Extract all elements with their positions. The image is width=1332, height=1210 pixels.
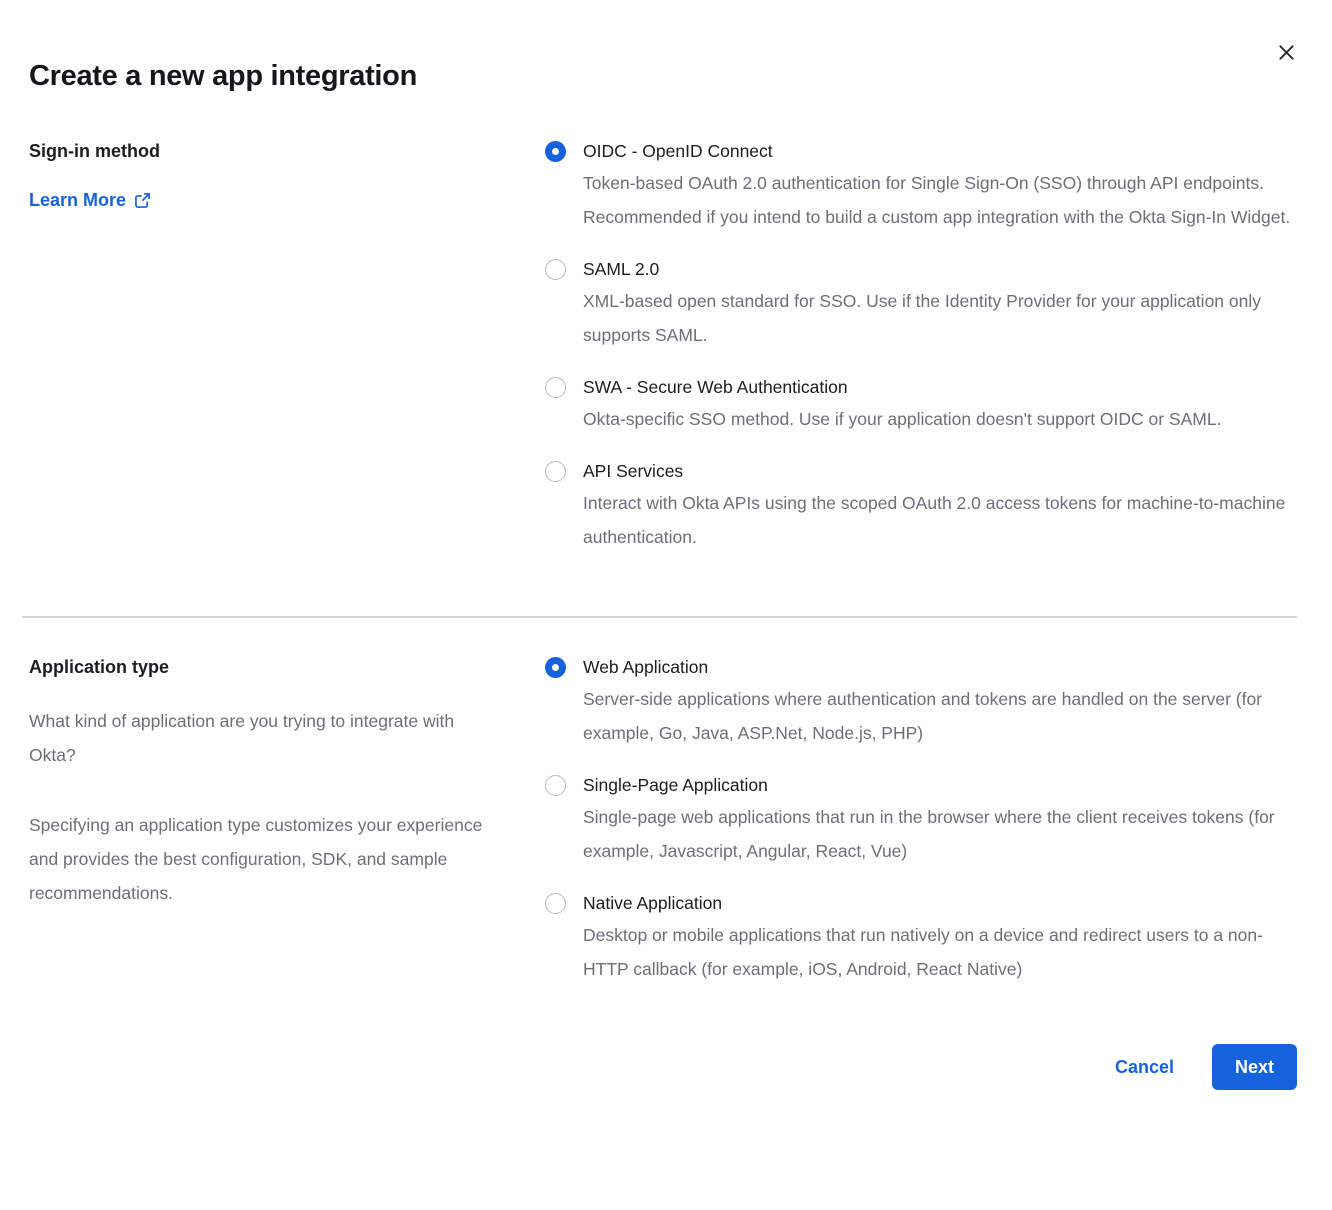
radio-swa[interactable] [545, 377, 566, 398]
radio-saml[interactable] [545, 259, 566, 280]
next-button[interactable]: Next [1212, 1044, 1297, 1090]
application-type-help-1: What kind of application are you trying … [29, 704, 499, 772]
radio-saml-label[interactable]: SAML 2.0 [583, 258, 1297, 280]
radio-single-page-application[interactable] [545, 775, 566, 796]
learn-more-link[interactable]: Learn More [29, 190, 150, 211]
radio-option-web-application: Web Application Server-side applications… [545, 656, 1297, 750]
radio-oidc-label[interactable]: OIDC - OpenID Connect [583, 140, 1297, 162]
radio-saml-description: XML-based open standard for SSO. Use if … [583, 284, 1297, 352]
dialog-footer: Cancel Next [29, 1044, 1297, 1090]
radio-option-api-services: API Services Interact with Okta APIs usi… [545, 460, 1297, 554]
external-link-icon [135, 193, 150, 208]
signin-method-section: Sign-in method Learn More OIDC - OpenID … [29, 140, 1297, 578]
radio-option-oidc: OIDC - OpenID Connect Token-based OAuth … [545, 140, 1297, 234]
create-app-integration-dialog: Create a new app integration Sign-in met… [0, 0, 1332, 1090]
radio-oidc[interactable] [545, 141, 566, 162]
application-type-label: Application type [29, 656, 499, 678]
close-icon [1278, 44, 1295, 61]
close-button[interactable] [1274, 40, 1298, 64]
radio-oidc-description: Token-based OAuth 2.0 authentication for… [583, 166, 1297, 234]
radio-option-native-application: Native Application Desktop or mobile app… [545, 892, 1297, 986]
learn-more-label: Learn More [29, 190, 126, 211]
dialog-title: Create a new app integration [29, 58, 1297, 94]
radio-option-swa: SWA - Secure Web Authentication Okta-spe… [545, 376, 1297, 436]
radio-option-saml: SAML 2.0 XML-based open standard for SSO… [545, 258, 1297, 352]
radio-web-application[interactable] [545, 657, 566, 678]
radio-native-application-label[interactable]: Native Application [583, 892, 1297, 914]
radio-single-page-application-description: Single-page web applications that run in… [583, 800, 1297, 868]
radio-api-services[interactable] [545, 461, 566, 482]
radio-native-application[interactable] [545, 893, 566, 914]
radio-swa-label[interactable]: SWA - Secure Web Authentication [583, 376, 1221, 398]
radio-api-services-description: Interact with Okta APIs using the scoped… [583, 486, 1297, 554]
radio-web-application-label[interactable]: Web Application [583, 656, 1297, 678]
signin-method-label: Sign-in method [29, 140, 499, 162]
radio-web-application-description: Server-side applications where authentic… [583, 682, 1297, 750]
section-divider [22, 616, 1297, 618]
radio-single-page-application-label[interactable]: Single-Page Application [583, 774, 1297, 796]
cancel-button[interactable]: Cancel [1115, 1057, 1174, 1078]
radio-option-single-page-application: Single-Page Application Single-page web … [545, 774, 1297, 868]
application-type-section: Application type What kind of applicatio… [29, 656, 1297, 1010]
radio-api-services-label[interactable]: API Services [583, 460, 1297, 482]
application-type-help-2: Specifying an application type customize… [29, 808, 499, 910]
radio-native-application-description: Desktop or mobile applications that run … [583, 918, 1297, 986]
radio-swa-description: Okta-specific SSO method. Use if your ap… [583, 402, 1221, 436]
